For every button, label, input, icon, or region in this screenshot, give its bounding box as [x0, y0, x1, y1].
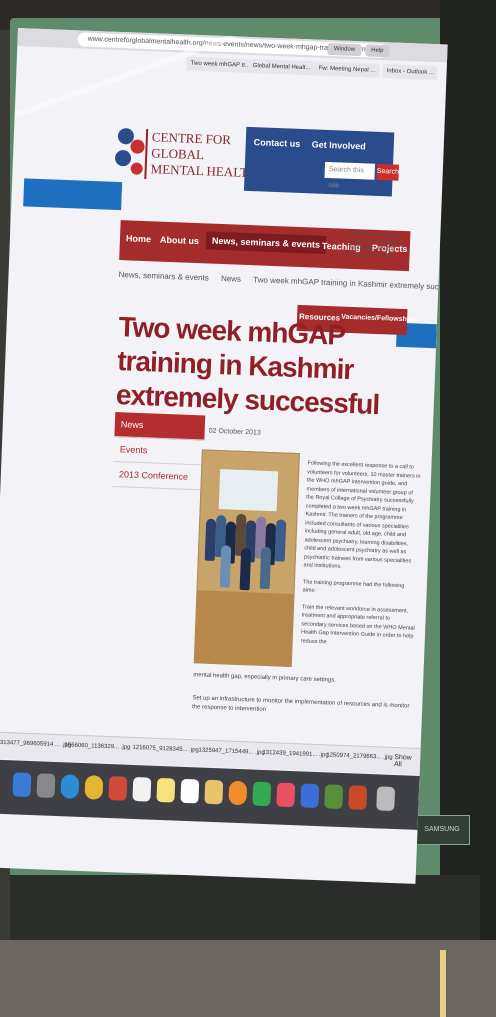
tab-2[interactable]: Global Mental Healt... — [248, 58, 315, 76]
excel-icon[interactable] — [324, 784, 344, 810]
download-item[interactable]: 1566060_1136329... .jpg — [64, 742, 130, 751]
decorative-band-left — [23, 178, 123, 211]
photo-table — [194, 590, 294, 666]
download-item[interactable]: 1216075_9128345... .jpg — [132, 745, 199, 754]
safari-icon[interactable] — [60, 774, 80, 799]
floor — [0, 940, 496, 1017]
sidebar-item-events[interactable]: Events — [113, 437, 205, 466]
sidebar-item-conference[interactable]: 2013 Conference — [112, 461, 204, 491]
powerpoint-icon[interactable] — [348, 785, 368, 810]
nav-about[interactable]: About us — [160, 235, 199, 246]
article-line: mental health gap, especially in primary… — [193, 672, 337, 684]
chrome-icon[interactable] — [84, 775, 104, 800]
launchpad-icon[interactable] — [36, 773, 56, 798]
nav-news[interactable]: News, seminars & events — [205, 231, 327, 254]
article-continued: mental health gap, especially in primary… — [192, 671, 413, 720]
finder-icon[interactable] — [12, 772, 32, 798]
partner-text: LONDON SCHOOL of HYGIENE & TROPICAL MEDI… — [349, 230, 404, 260]
article-line: Set up an infrastructure to monitor the … — [191, 695, 410, 714]
article-photo — [193, 449, 300, 667]
floor-stripe — [440, 950, 446, 1017]
sidebar-item-news[interactable]: News — [114, 412, 206, 441]
menu-window[interactable]: Window — [327, 42, 362, 57]
notes-icon[interactable] — [156, 777, 176, 803]
utility-bar: Contact us Get Involved Search this site… — [243, 126, 399, 197]
calendar-icon[interactable] — [132, 776, 152, 802]
mail-icon[interactable] — [108, 776, 128, 801]
article-date: 02 October 2013 — [208, 427, 261, 437]
breadcrumb-current: Two week mhGAP training in Kashmir extre… — [253, 275, 448, 293]
download-item[interactable]: 1313477_969605914 ... .jpg — [0, 740, 71, 749]
monitor-badge: SAMSUNG — [414, 815, 470, 845]
show-all-downloads[interactable]: Show All — [394, 754, 421, 769]
article-paragraph: The training programme had the following… — [302, 578, 405, 594]
search-button[interactable]: Search — [376, 163, 399, 181]
breadcrumb: News, seminars & events News Two week mh… — [118, 270, 447, 292]
tab-4[interactable]: Inbox - Outlook ... — [382, 64, 439, 81]
photos-icon[interactable] — [204, 779, 224, 805]
reminders-icon[interactable] — [180, 778, 200, 804]
word-icon[interactable] — [300, 783, 320, 809]
trash-icon[interactable] — [376, 786, 396, 812]
download-item[interactable]: 1250974_2179663... .jpg — [326, 752, 393, 761]
download-item[interactable]: 1325947_1715449... .jpg — [198, 747, 265, 756]
article-paragraph: Train the relevant workforce in assessme… — [300, 603, 415, 645]
article-title: Two week mhGAP training in Kashmir extre… — [115, 311, 380, 421]
contact-link[interactable]: Contact us — [254, 137, 301, 149]
partner-logo: LONDON SCHOOL of HYGIENE & TROPICAL MEDI… — [349, 231, 404, 267]
download-item[interactable]: 1312439_1941991... .jpg — [262, 750, 329, 759]
photo-group-people — [202, 509, 293, 592]
section-sidebar: News Events 2013 Conference — [112, 412, 206, 491]
monitor-bottom-bezel — [10, 875, 480, 945]
music-icon[interactable] — [276, 782, 296, 808]
get-involved-link[interactable]: Get Involved — [312, 139, 366, 151]
photo-banner — [218, 469, 279, 512]
breadcrumb-item[interactable]: News — [221, 274, 241, 284]
breadcrumb-item[interactable]: News, seminars & events — [118, 270, 209, 282]
tab-1[interactable]: Two week mhGAP tr... — [186, 56, 255, 74]
nav-home[interactable]: Home — [126, 233, 151, 244]
itunes-icon[interactable] — [228, 780, 248, 806]
tab-3[interactable]: Fw: Meeting Nepal ... — [314, 61, 380, 78]
menu-help[interactable]: Help — [365, 44, 390, 58]
monitor-bezel-right — [440, 0, 496, 1017]
monitor-screen: www.centreforglobalmentalhealth.org/news… — [0, 28, 448, 884]
messages-icon[interactable] — [252, 781, 272, 807]
search-input[interactable]: Search this site — [324, 161, 376, 189]
article-body: Following the excellent response to a ca… — [300, 459, 421, 657]
article-paragraph: Following the excellent response to a ca… — [303, 460, 421, 570]
site-logo[interactable]: CENTRE FOR GLOBAL MENTAL HEALTH — [110, 122, 258, 191]
logo-mark-icon — [115, 128, 149, 180]
